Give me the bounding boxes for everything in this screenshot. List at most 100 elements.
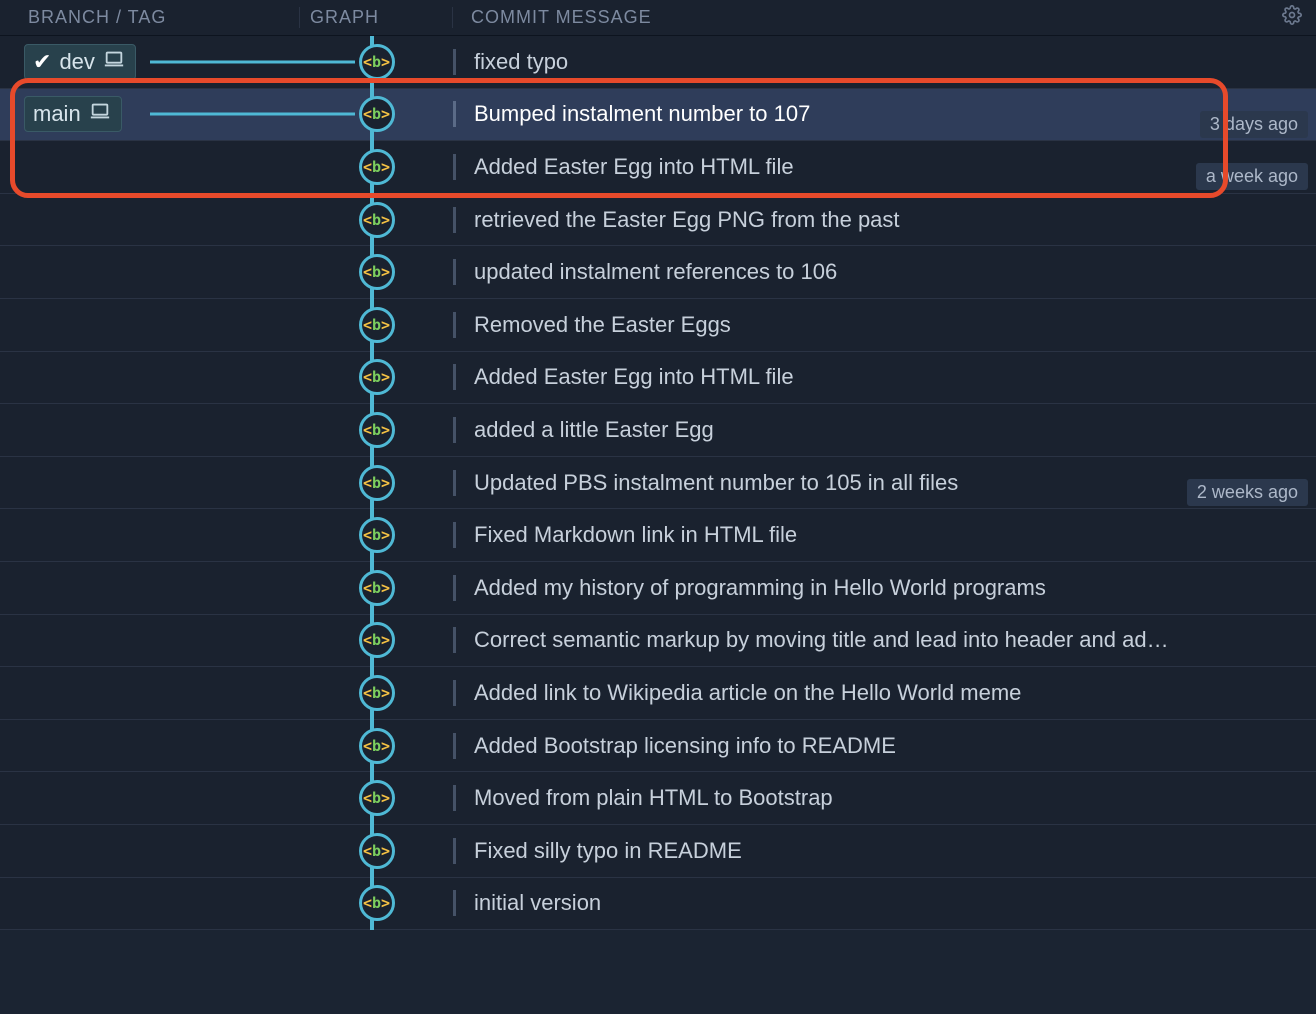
commit-message: retrieved the Easter Egg PNG from the pa… <box>453 207 1316 233</box>
commit-row[interactable]: <b> Added Bootstrap licensing info to REA… <box>0 720 1316 773</box>
graph-cell: <b> <box>300 675 453 711</box>
node-gt: > <box>381 526 390 544</box>
node-lt: < <box>363 894 372 912</box>
node-b: b <box>372 789 381 807</box>
commit-message: Fixed silly typo in README <box>453 838 1316 864</box>
node-b: b <box>372 631 381 649</box>
commit-node[interactable]: <b> <box>359 465 395 501</box>
commit-row[interactable]: <b> retrieved the Easter Egg PNG from the… <box>0 194 1316 247</box>
node-b: b <box>372 842 381 860</box>
commit-node[interactable]: <b> <box>359 254 395 290</box>
commit-node[interactable]: <b> <box>359 622 395 658</box>
commit-message: Fixed Markdown link in HTML file <box>453 522 1316 548</box>
commit-row[interactable]: <b>Updated PBS instalment number to 105 … <box>0 457 1316 510</box>
commit-node[interactable]: <b> <box>359 202 395 238</box>
history-header: BRANCH / TAG GRAPH COMMIT MESSAGE <box>0 0 1316 36</box>
commit-row[interactable]: <b>Correct semantic markup by moving tit… <box>0 615 1316 668</box>
commit-node[interactable]: <b> <box>359 517 395 553</box>
node-lt: < <box>363 842 372 860</box>
commit-row[interactable]: main<b>Bumped instalment number to 107 <box>0 89 1316 142</box>
node-b: b <box>372 474 381 492</box>
node-gt: > <box>381 737 390 755</box>
node-lt: < <box>363 579 372 597</box>
node-lt: < <box>363 158 372 176</box>
commit-row[interactable]: <b> added a little Easter Egg <box>0 404 1316 457</box>
node-gt: > <box>381 53 390 71</box>
gear-icon[interactable] <box>1282 5 1302 30</box>
commit-row[interactable]: <b>updated instalment references to 106 <box>0 246 1316 299</box>
commit-message: Added Easter Egg into HTML file <box>453 154 1316 180</box>
time-badge: a week ago <box>1196 163 1308 190</box>
node-lt: < <box>363 789 372 807</box>
branch-tag-dev[interactable]: ✔ dev <box>24 44 136 80</box>
node-b: b <box>372 53 381 71</box>
commit-node[interactable]: <b> <box>359 412 395 448</box>
time-badge: 3 days ago <box>1200 111 1308 138</box>
commit-message: initial version <box>453 890 1316 916</box>
graph-cell: <b> <box>300 359 453 395</box>
commit-row[interactable]: <b>Added Easter Egg into HTML file <box>0 352 1316 405</box>
node-gt: > <box>381 684 390 702</box>
graph-cell: <b> <box>300 412 453 448</box>
node-lt: < <box>363 316 372 334</box>
node-b: b <box>372 737 381 755</box>
node-b: b <box>372 158 381 176</box>
graph-cell: <b> <box>300 885 453 921</box>
graph-cell: <b> <box>300 307 453 343</box>
node-lt: < <box>363 421 372 439</box>
laptop-icon <box>103 48 125 76</box>
graph-cell: <b> <box>300 780 453 816</box>
graph-cell: <b> <box>300 622 453 658</box>
commit-row[interactable]: ✔ dev <b> fixed typo <box>0 36 1316 89</box>
branch-tag-main[interactable]: main <box>24 96 122 132</box>
commit-row[interactable]: <b>Added link to Wikipedia article on th… <box>0 667 1316 720</box>
commit-node[interactable]: <b> <box>359 675 395 711</box>
node-b: b <box>372 316 381 334</box>
graph-cell: <b> <box>300 833 453 869</box>
node-b: b <box>372 894 381 912</box>
commit-message: Added my history of programming in Hello… <box>453 575 1316 601</box>
commit-node[interactable]: <b> <box>359 780 395 816</box>
branch-label: dev <box>59 49 94 75</box>
commit-node[interactable]: <b> <box>359 728 395 764</box>
commit-row[interactable]: <b> Added my history of programming in He… <box>0 562 1316 615</box>
commit-row[interactable]: <b>Removed the Easter Eggs <box>0 299 1316 352</box>
commit-node[interactable]: <b> <box>359 149 395 185</box>
laptop-icon <box>89 100 111 128</box>
commit-row[interactable]: <b> Fixed Markdown link in HTML file <box>0 509 1316 562</box>
graph-cell: <b> <box>300 44 453 80</box>
graph-cell: <b> <box>300 517 453 553</box>
header-commit-msg-label: COMMIT MESSAGE <box>471 7 652 28</box>
check-icon: ✔ <box>33 49 51 75</box>
node-b: b <box>372 105 381 123</box>
node-gt: > <box>381 368 390 386</box>
node-gt: > <box>381 263 390 281</box>
commit-row[interactable]: <b> initial version <box>0 878 1316 931</box>
node-lt: < <box>363 474 372 492</box>
node-gt: > <box>381 421 390 439</box>
commit-message: Moved from plain HTML to Bootstrap <box>453 785 1316 811</box>
node-gt: > <box>381 842 390 860</box>
node-gt: > <box>381 631 390 649</box>
commit-node[interactable]: <b> <box>359 833 395 869</box>
header-branch-tag: BRANCH / TAG <box>0 7 300 28</box>
commit-message: added a little Easter Egg <box>453 417 1316 443</box>
node-gt: > <box>381 158 390 176</box>
commit-row[interactable]: <b> Fixed silly typo in README <box>0 825 1316 878</box>
commit-row[interactable]: <b> Moved from plain HTML to Bootstrap <box>0 772 1316 825</box>
commit-node[interactable]: <b> <box>359 359 395 395</box>
commit-message: fixed typo <box>453 49 1316 75</box>
commit-node[interactable]: <b> <box>359 570 395 606</box>
commit-row[interactable]: <b> Added Easter Egg into HTML file <box>0 141 1316 194</box>
commit-node[interactable]: <b> <box>359 885 395 921</box>
commit-node[interactable]: <b> <box>359 307 395 343</box>
graph-cell: <b> <box>300 149 453 185</box>
graph-cell: <b> <box>300 202 453 238</box>
commit-message: Added Bootstrap licensing info to README <box>453 733 1316 759</box>
node-b: b <box>372 579 381 597</box>
graph-cell: <b> <box>300 728 453 764</box>
commit-node[interactable]: <b> <box>359 44 395 80</box>
time-badge: 2 weeks ago <box>1187 479 1308 506</box>
node-gt: > <box>381 474 390 492</box>
commit-node[interactable]: <b> <box>359 96 395 132</box>
